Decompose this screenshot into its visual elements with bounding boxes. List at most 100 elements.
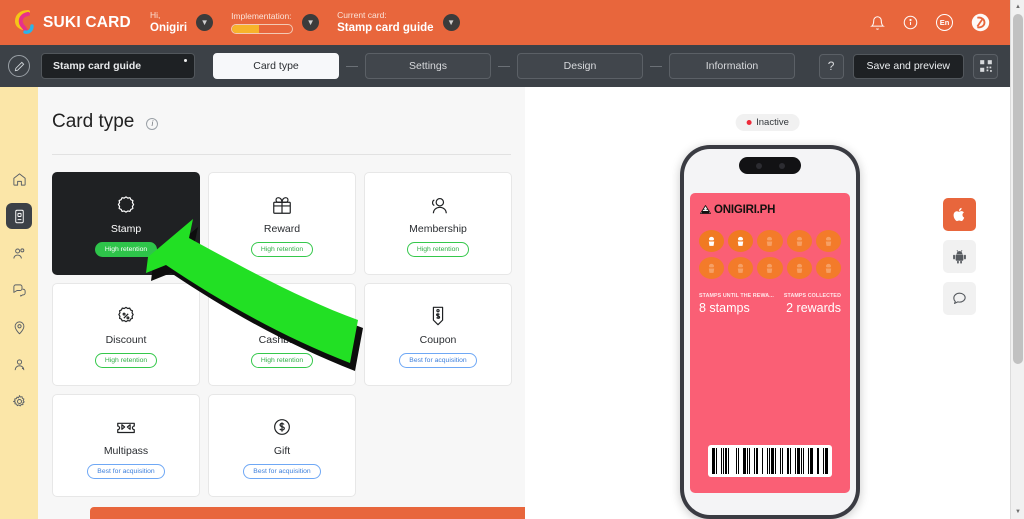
sidebar-item-home[interactable]: [6, 166, 32, 192]
current-card-group[interactable]: Current card: Stamp card guide ▼: [337, 10, 460, 35]
barcode-bar: [823, 448, 825, 474]
card-type-discount[interactable]: Discount High retention: [52, 283, 200, 386]
barcode-bar: [820, 448, 823, 474]
save-and-preview-button[interactable]: Save and preview: [852, 53, 964, 79]
continue-button[interactable]: [90, 507, 525, 519]
stamp-grid: [699, 230, 841, 279]
tab-design[interactable]: Design: [517, 53, 643, 79]
cupcake-icon: [738, 263, 744, 273]
cupcake-icon: [825, 263, 832, 273]
tab-card-type[interactable]: Card type: [213, 53, 339, 79]
barcode-bar: [809, 448, 813, 474]
help-button[interactable]: ?: [818, 53, 844, 79]
barcode-bar: [753, 448, 755, 474]
barcode-bar: [767, 448, 769, 474]
card-type-label: Multipass: [103, 445, 149, 457]
user-greeting-group[interactable]: Hi, Onigiri ▼: [150, 10, 214, 35]
card-type-coupon[interactable]: Coupon Best for acquisition: [364, 283, 512, 386]
barcode-bar: [781, 448, 783, 474]
stat-right-label: STAMPS COLLECTED: [783, 293, 841, 299]
platform-button-apple[interactable]: [943, 198, 976, 231]
info-icon[interactable]: [903, 15, 918, 30]
barcode-bar: [759, 448, 762, 474]
cupcake-icon: [825, 236, 832, 246]
apple-icon: [953, 207, 965, 222]
scrollbar-thumb[interactable]: [1013, 14, 1023, 364]
gear-icon: [12, 394, 25, 406]
barcode-bar: [816, 448, 818, 474]
barcode-bar: [717, 448, 720, 474]
card-name-chip[interactable]: Stamp card guide: [41, 53, 195, 79]
tab-information[interactable]: Information: [669, 53, 795, 79]
barcode-bar: [792, 448, 795, 474]
card-type-badge: High retention: [94, 353, 158, 368]
title-divider: [52, 154, 511, 155]
pencil-icon[interactable]: [8, 55, 30, 77]
tab-settings[interactable]: Settings: [365, 53, 491, 79]
loyalty-card-preview[interactable]: ONIGIRI.PH STAMPS UNTIL THE REWA... 8 st…: [690, 193, 850, 493]
barcode-bar: [764, 448, 767, 474]
barcode-bar: [746, 448, 748, 474]
cupcake-icon: [767, 263, 773, 273]
platform-button-chat[interactable]: [943, 282, 976, 315]
card-type-cashback[interactable]: Cashback High retention: [208, 283, 356, 386]
bell-icon[interactable]: [870, 15, 885, 31]
android-icon: [953, 250, 966, 264]
card-type-label: Membership: [409, 223, 467, 235]
chevron-down-icon-user[interactable]: ▼: [196, 14, 214, 31]
user-icon: [14, 358, 24, 370]
barcode-bar: [750, 448, 753, 474]
barcode-bar: [740, 448, 742, 474]
qr-code-icon[interactable]: [973, 53, 998, 79]
chevron-down-icon-implementation[interactable]: ▼: [302, 14, 320, 31]
stamp-slot: [699, 257, 725, 279]
implementation-progress: [231, 24, 294, 34]
barcode-bar: [730, 448, 733, 474]
language-icon[interactable]: En: [936, 14, 953, 31]
barcode-bar: [779, 448, 781, 474]
sidebar-item-cards[interactable]: [6, 203, 32, 229]
stat-stamps-until-reward: STAMPS UNTIL THE REWA... 8 stamps: [699, 293, 774, 315]
greeting-value: Onigiri: [150, 22, 188, 34]
barcode-bar: [748, 448, 750, 474]
card-type-reward[interactable]: Reward High retention: [208, 172, 356, 275]
scroll-down-icon[interactable]: ▼: [1011, 505, 1024, 519]
info-icon-page-title[interactable]: i: [146, 117, 159, 130]
cupcake-icon: [767, 236, 773, 246]
phone-mockup: ONIGIRI.PH STAMPS UNTIL THE REWA... 8 st…: [680, 145, 860, 519]
home-icon: [12, 172, 26, 186]
sidebar-item-customers[interactable]: [6, 240, 32, 266]
card-type-badge: Best for acquisition: [87, 464, 165, 479]
percent-icon: [115, 301, 137, 327]
card-type-multipass[interactable]: Multipass Best for acquisition: [52, 394, 200, 497]
sidebar-item-staff[interactable]: [6, 351, 32, 377]
page-scrollbar[interactable]: ▲ ▼: [1010, 0, 1024, 519]
step-separator: [650, 65, 662, 67]
stamp-slot: [757, 230, 783, 252]
barcode-bar: [728, 448, 730, 474]
implementation-group[interactable]: Implementation: ▼: [231, 11, 320, 34]
barcode-bar: [769, 448, 771, 474]
card-type-membership[interactable]: Membership High retention: [364, 172, 512, 275]
barcode-bar: [804, 448, 807, 474]
card-type-gift[interactable]: Gift Best for acquisition: [208, 394, 356, 497]
stamp-slot: [786, 257, 812, 279]
sidebar-item-locations[interactable]: [6, 314, 32, 340]
step-separator: [498, 65, 510, 67]
membership-icon: [427, 190, 449, 216]
barcode-bar: [724, 448, 728, 474]
brand-logo[interactable]: SUKI CARD: [12, 9, 132, 36]
account-logo-icon[interactable]: [971, 13, 990, 32]
card-type-stamp[interactable]: Stamp High retention: [52, 172, 200, 275]
barcode-icon: [708, 445, 832, 477]
barcode-bar: [776, 448, 779, 474]
scroll-up-icon[interactable]: ▲: [1011, 0, 1024, 14]
implementation-progress-fill: [232, 25, 260, 33]
barcode-bar: [742, 448, 746, 474]
preview-panel: Inactive ONIGIRI.PH STAMPS UNTIL THE REW…: [525, 87, 1010, 519]
sidebar-item-messages[interactable]: [6, 277, 32, 303]
cupcake-icon: [796, 236, 802, 246]
sidebar-item-settings[interactable]: [6, 388, 32, 414]
chevron-down-icon-current-card[interactable]: ▼: [442, 14, 460, 31]
platform-button-android[interactable]: [943, 240, 976, 273]
